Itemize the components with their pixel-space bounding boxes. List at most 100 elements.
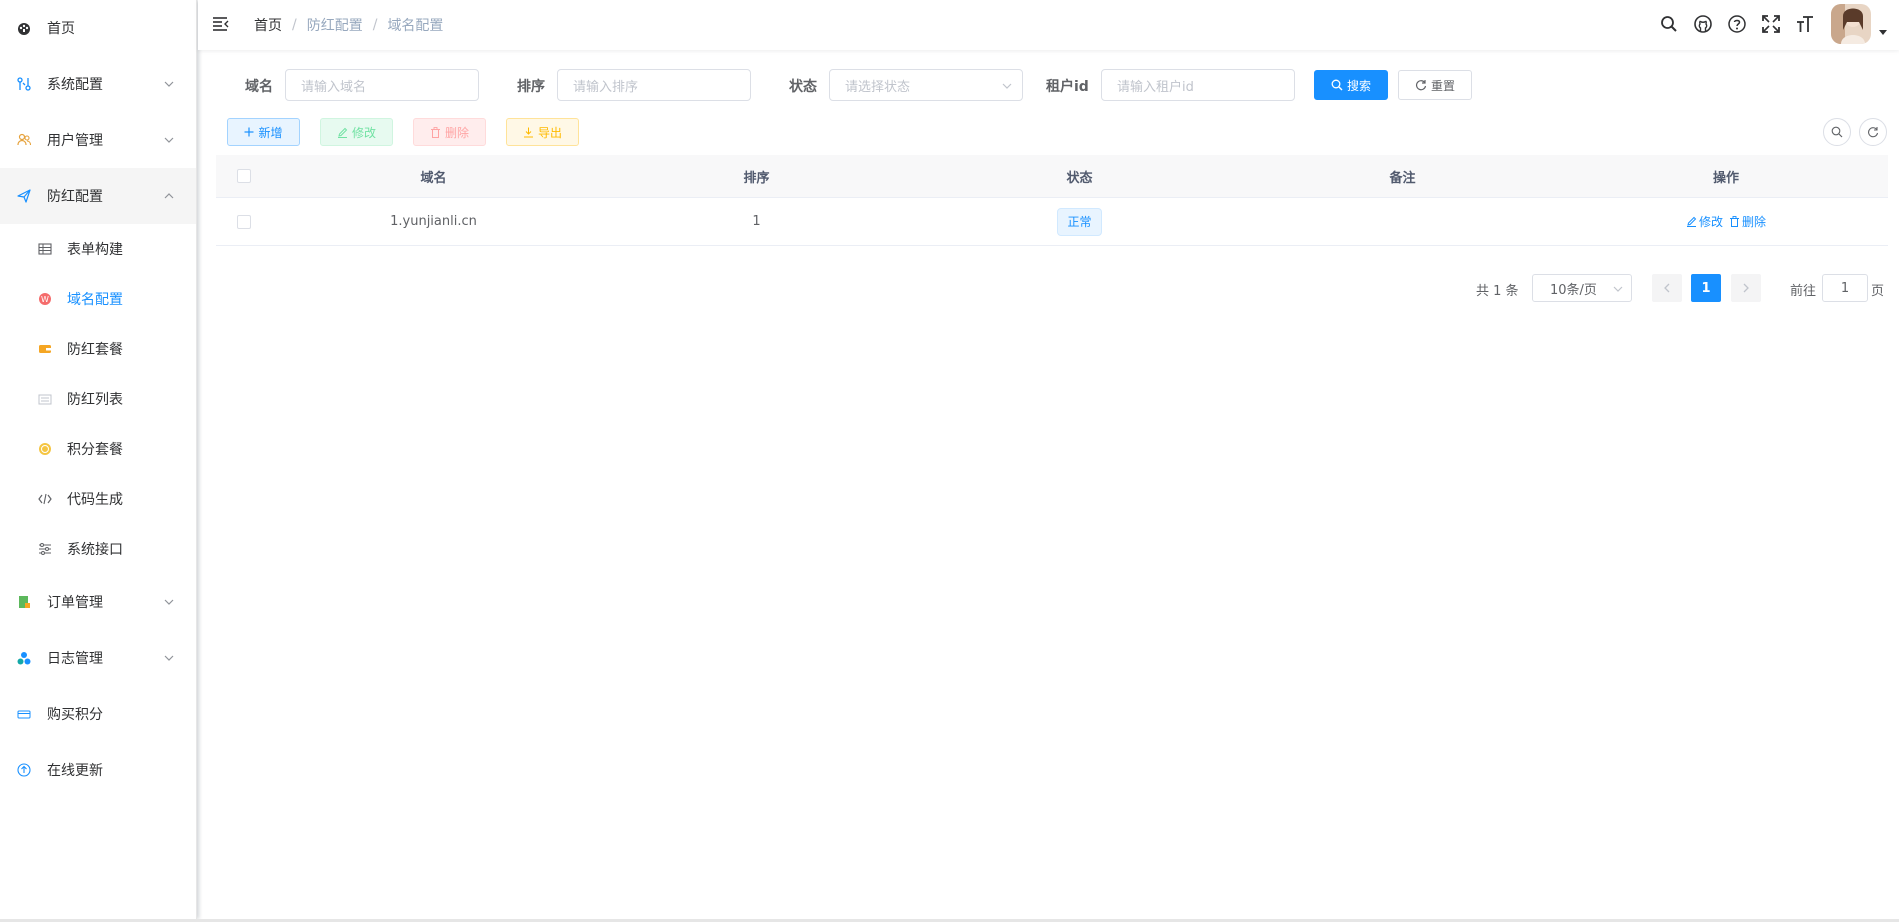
chevron-right-icon: [1743, 283, 1749, 293]
help-icon[interactable]: [1727, 14, 1747, 34]
row-delete-link[interactable]: 删除: [1729, 213, 1766, 230]
sort-label: 排序: [517, 79, 545, 95]
hamburger-icon[interactable]: [212, 15, 230, 33]
export-button[interactable]: 导出: [506, 118, 579, 146]
fullscreen-icon[interactable]: [1761, 14, 1781, 34]
trash-icon: [430, 126, 440, 138]
delete-button[interactable]: 删除: [413, 118, 486, 146]
sort-input[interactable]: 请输入排序: [557, 69, 751, 101]
cell-domain: 1.yunjianli.cn: [390, 214, 477, 229]
refresh-icon: [1868, 127, 1879, 138]
sidebar-item-label: 防红配置: [47, 189, 103, 205]
list-icon: [38, 392, 52, 406]
row-checkbox[interactable]: [237, 214, 251, 229]
search-icon: [1331, 79, 1343, 91]
goto-page-input[interactable]: 1: [1822, 274, 1868, 302]
select-all-cell: [216, 155, 272, 197]
sidebar-item-label: 订单管理: [47, 595, 103, 611]
github-icon[interactable]: [1693, 14, 1713, 34]
chevron-down-icon: [164, 81, 174, 87]
sidebar-subitem-domain-config[interactable]: W 域名配置: [0, 274, 196, 324]
row-edit-link[interactable]: 修改: [1686, 213, 1723, 230]
next-page-button[interactable]: [1731, 274, 1761, 302]
cell-remark: [1241, 198, 1564, 245]
cell-sort: 1: [752, 214, 761, 229]
sidebar-item-system-config[interactable]: 系统配置: [0, 56, 196, 112]
select-all-checkbox[interactable]: [237, 169, 251, 183]
dashboard-icon: [17, 21, 31, 35]
edit-button-label: 修改: [351, 125, 376, 140]
sidebar-item-user-management[interactable]: 用户管理: [0, 112, 196, 168]
page-size-select[interactable]: 10条/页: [1532, 274, 1632, 302]
search-button-label: 搜索: [1346, 78, 1371, 93]
sidebar-item-label: 用户管理: [47, 133, 103, 149]
sidebar-subitem-points-package[interactable]: 积分套餐: [0, 424, 196, 474]
tenant-id-input[interactable]: 请输入租户id: [1101, 69, 1295, 101]
row-select-cell: [216, 198, 272, 245]
sidebar-subitem-label: 表单构建: [67, 242, 123, 258]
pagination-total: 共 1 条: [1476, 284, 1519, 299]
column-header-status[interactable]: 状态: [918, 155, 1241, 197]
export-button-label: 导出: [537, 125, 562, 140]
breadcrumb-level1: 防红配置: [306, 18, 363, 34]
sliders-icon: [38, 542, 52, 556]
system-config-icon: [17, 77, 31, 91]
breadcrumb: 首页 / 防红配置 / 域名配置: [254, 15, 443, 35]
sidebar-subitem-system-api[interactable]: 系统接口: [0, 524, 196, 574]
coin-icon: [38, 442, 52, 456]
page-number-current[interactable]: 1: [1691, 274, 1721, 302]
sidebar-subitem-anti-red-list[interactable]: 防红列表: [0, 374, 196, 424]
sidebar-item-order-management[interactable]: 订单管理: [0, 574, 196, 630]
prev-page-button[interactable]: [1652, 274, 1682, 302]
search-icon[interactable]: [1659, 14, 1679, 34]
caret-down-icon[interactable]: [1879, 30, 1887, 35]
toggle-search-button[interactable]: [1823, 118, 1851, 146]
sidebar-subitem-label: 防红套餐: [67, 342, 123, 358]
refresh-table-button[interactable]: [1859, 118, 1887, 146]
paper-plane-icon: [17, 189, 31, 203]
navbar: 首页 / 防红配置 / 域名配置: [198, 0, 1899, 50]
tenant-id-label: 租户id: [1046, 79, 1089, 95]
user-group-icon: [17, 133, 31, 147]
sidebar-subitem-label: 系统接口: [67, 542, 123, 558]
column-header-actions: 操作: [1712, 170, 1739, 186]
edit-icon: [1686, 216, 1697, 227]
table-row[interactable]: 1.yunjianli.cn 1 正常 修改 删除: [216, 198, 1888, 246]
plus-icon: [244, 127, 254, 137]
trash-icon: [1730, 216, 1739, 227]
sidebar-item-online-update[interactable]: 在线更新: [0, 742, 196, 798]
sidebar-subitem-label: 代码生成: [67, 492, 123, 508]
sidebar-subitem-anti-red-package[interactable]: 防红套餐: [0, 324, 196, 374]
page-suffix-label: 页: [1871, 284, 1885, 299]
sidebar-item-log-management[interactable]: 日志管理: [0, 630, 196, 686]
refresh-icon: [1415, 80, 1427, 91]
domain-input[interactable]: 请输入域名: [285, 69, 479, 101]
sidebar-subitem-form-builder[interactable]: 表单构建: [0, 224, 196, 274]
reset-button-label: 重置: [1430, 78, 1455, 93]
font-size-icon[interactable]: [1795, 14, 1815, 34]
breadcrumb-home[interactable]: 首页: [254, 15, 282, 35]
column-header-sort[interactable]: 排序: [595, 155, 918, 197]
add-button[interactable]: 新增: [227, 118, 300, 146]
sidebar-item-home[interactable]: 首页: [0, 0, 196, 56]
globe-icon: W: [38, 292, 52, 306]
sidebar-item-label: 在线更新: [47, 763, 103, 779]
sidebar-item-buy-points[interactable]: 购买积分: [0, 686, 196, 742]
edit-icon: [337, 127, 348, 138]
sidebar-subitem-code-generation[interactable]: 代码生成: [0, 474, 196, 524]
search-button[interactable]: 搜索: [1314, 70, 1388, 100]
sidebar-item-label: 首页: [47, 21, 75, 37]
column-header-remark[interactable]: 备注: [1241, 155, 1564, 197]
edit-button[interactable]: 修改: [320, 118, 393, 146]
sidebar-item-anti-red-config[interactable]: 防红配置: [0, 168, 196, 224]
code-icon: [38, 492, 52, 506]
status-select-placeholder: 请选择状态: [845, 79, 911, 95]
column-header-domain[interactable]: 域名: [272, 155, 595, 197]
svg-text:W: W: [41, 295, 49, 304]
cell-actions: 修改 删除: [1564, 198, 1888, 245]
avatar[interactable]: [1831, 4, 1871, 44]
status-select[interactable]: 请选择状态: [829, 69, 1023, 101]
chevron-left-icon: [1664, 283, 1670, 293]
row-edit-label: 修改: [1698, 215, 1723, 229]
reset-button[interactable]: 重置: [1398, 70, 1472, 100]
